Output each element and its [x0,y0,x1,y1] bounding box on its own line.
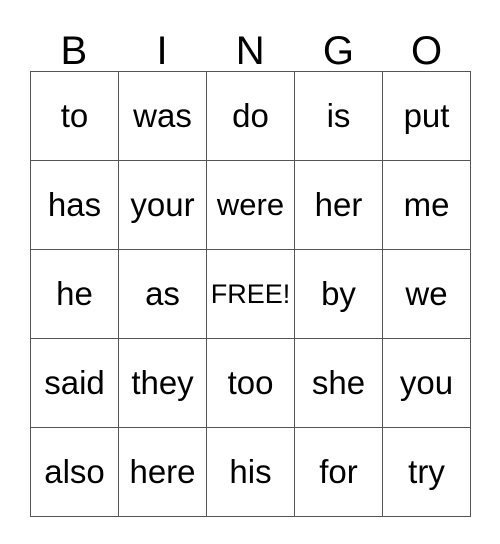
bingo-cell[interactable]: were [207,161,295,250]
bingo-grid-row: he as FREE! by we [31,250,471,339]
bingo-cell-label: she [311,364,366,401]
bingo-cell[interactable]: we [383,250,471,339]
bingo-cell-label: do [232,97,269,134]
bingo-cell-label: we [405,275,448,312]
bingo-grid-row: said they too she you [31,339,471,428]
bingo-header-cell-n: N [206,18,294,71]
bingo-header-cell-b: B [30,18,118,71]
bingo-cell[interactable]: try [383,428,471,517]
bingo-cell-label: for [319,453,358,490]
bingo-cell[interactable]: too [207,339,295,428]
bingo-header-letter: O [411,29,443,73]
bingo-cell[interactable]: has [31,161,119,250]
bingo-cell[interactable]: also [31,428,119,517]
bingo-grid-row: also here his for try [31,428,471,517]
bingo-cell[interactable]: they [119,339,207,428]
bingo-cell-label: put [403,97,450,134]
bingo-header-row: B I N G O [30,18,471,71]
bingo-cell[interactable]: as [119,250,207,339]
bingo-cell-label: he [56,275,93,312]
bingo-header-cell-o: O [383,18,471,71]
bingo-cell-free-space[interactable]: FREE! [207,250,295,339]
bingo-cell[interactable]: his [207,428,295,517]
bingo-cell[interactable]: your [119,161,207,250]
bingo-cell-label: his [229,453,272,490]
bingo-header-cell-i: I [118,18,206,71]
bingo-cell-label: FREE! [210,279,291,309]
bingo-cell-label: you [399,364,454,401]
bingo-cell[interactable]: to [31,72,119,161]
bingo-cell[interactable]: he [31,250,119,339]
bingo-cell-label: to [60,97,89,134]
bingo-header-letter: I [156,29,169,73]
bingo-cell-label: your [130,186,195,223]
bingo-grid-row: to was do is put [31,72,471,161]
bingo-cell[interactable]: was [119,72,207,161]
bingo-cell[interactable]: is [295,72,383,161]
bingo-card: B I N G O to was do is put has your were… [30,18,471,517]
bingo-cell-label: her [314,186,363,223]
bingo-header-cell-g: G [295,18,383,71]
bingo-cell[interactable]: for [295,428,383,517]
bingo-cell[interactable]: said [31,339,119,428]
bingo-cell-label: too [227,364,274,401]
bingo-cell[interactable]: her [295,161,383,250]
bingo-cell-label: try [408,453,445,490]
bingo-cell-label: were [216,187,285,222]
bingo-header-letter: N [235,29,266,73]
bingo-cell-label: is [326,97,351,134]
bingo-cell-label: me [403,186,450,223]
bingo-cell-label: here [129,453,196,490]
bingo-cell[interactable]: she [295,339,383,428]
bingo-cell[interactable]: by [295,250,383,339]
bingo-grid-row: has your were her me [31,161,471,250]
bingo-cell[interactable]: here [119,428,207,517]
bingo-cell-label: also [44,453,105,490]
bingo-cell[interactable]: put [383,72,471,161]
bingo-cell-label: by [321,275,356,312]
bingo-cell-label: has [47,186,102,223]
bingo-cell-label: as [145,275,180,312]
bingo-header-letter: B [60,29,88,73]
bingo-cell-label: was [133,97,192,134]
bingo-cell-label: said [44,364,105,401]
bingo-cell-label: they [131,364,194,401]
bingo-cell[interactable]: me [383,161,471,250]
bingo-cell[interactable]: do [207,72,295,161]
bingo-grid: to was do is put has your were her me he… [30,71,471,517]
bingo-cell[interactable]: you [383,339,471,428]
bingo-header-letter: G [322,29,355,73]
